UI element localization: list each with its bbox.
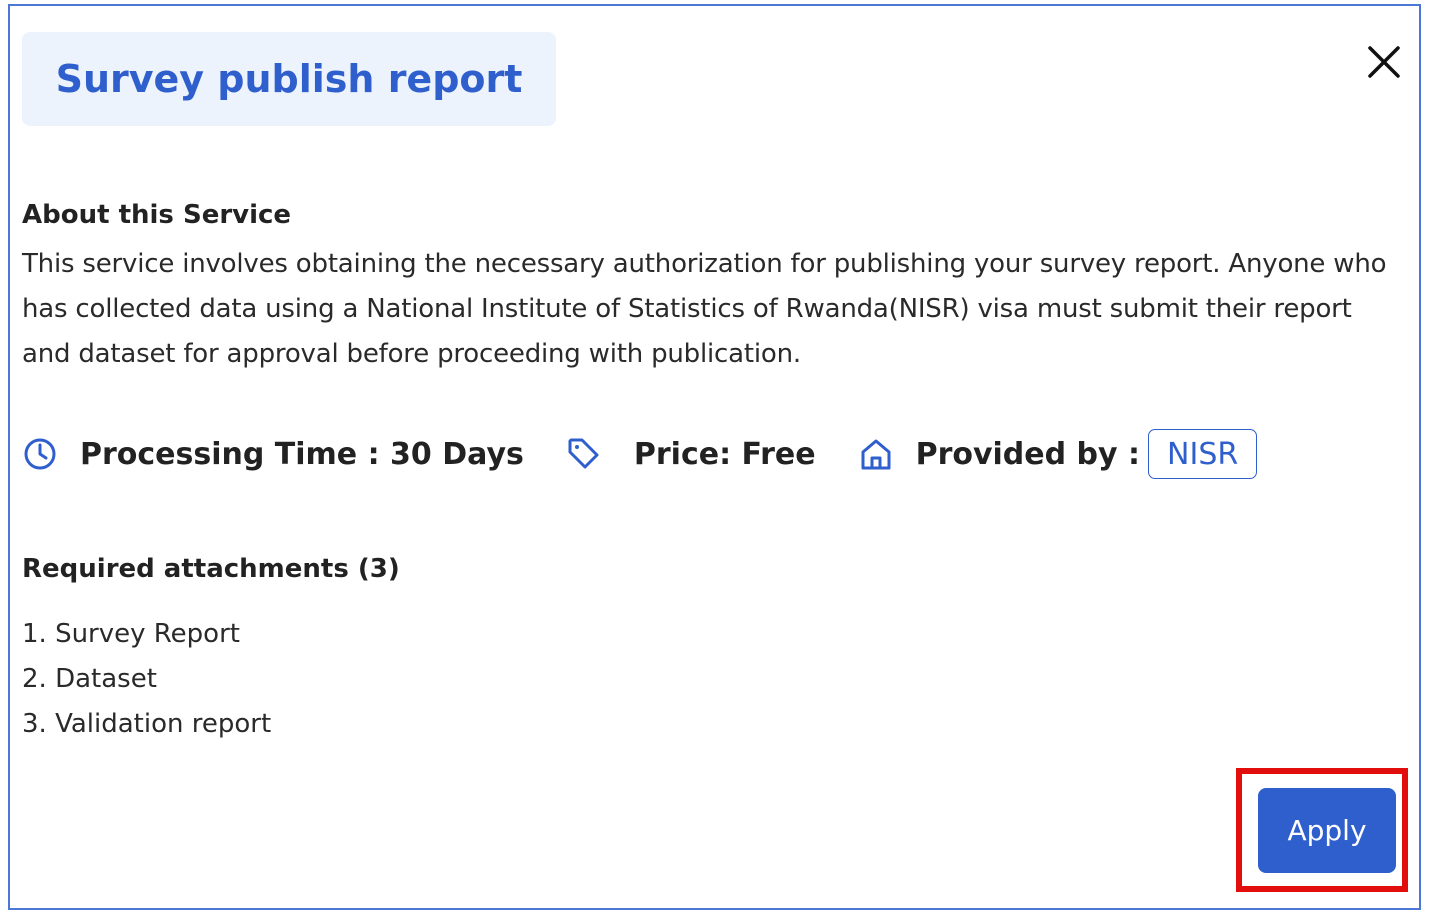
required-attachments-heading: Required attachments (3) (22, 554, 400, 584)
title-chip: Survey publish report (22, 32, 556, 126)
price: Price: Free (566, 436, 816, 472)
list-item: 2. Dataset (22, 664, 157, 694)
modal-title: Survey publish report (55, 57, 523, 101)
close-button[interactable] (1366, 44, 1402, 80)
provided-by: Provided by : NISR (858, 429, 1258, 479)
processing-time: Processing Time : 30 Days (22, 436, 524, 472)
service-meta-row: Processing Time : 30 Days Price: Free Pr… (22, 426, 1258, 482)
home-icon (861, 439, 891, 470)
list-item: 3. Validation report (22, 709, 272, 739)
price-label: Price: Free (633, 436, 816, 472)
processing-time-label: Processing Time : 30 Days (80, 436, 524, 472)
service-modal: Survey publish report About this Service… (8, 4, 1421, 910)
provider-badge[interactable]: NISR (1148, 429, 1258, 479)
clock-icon (24, 438, 56, 470)
about-description: This service involves obtaining the nece… (22, 249, 1387, 369)
attachments-list: 1. Survey Report 2. Dataset 3. Validatio… (22, 612, 271, 747)
apply-button[interactable]: Apply (1258, 788, 1396, 873)
list-item: 1. Survey Report (22, 619, 240, 649)
provided-by-label: Provided by : (915, 436, 1141, 472)
about-heading: About this Service (22, 200, 292, 230)
tag-icon (568, 438, 599, 469)
close-icon (1368, 46, 1400, 78)
